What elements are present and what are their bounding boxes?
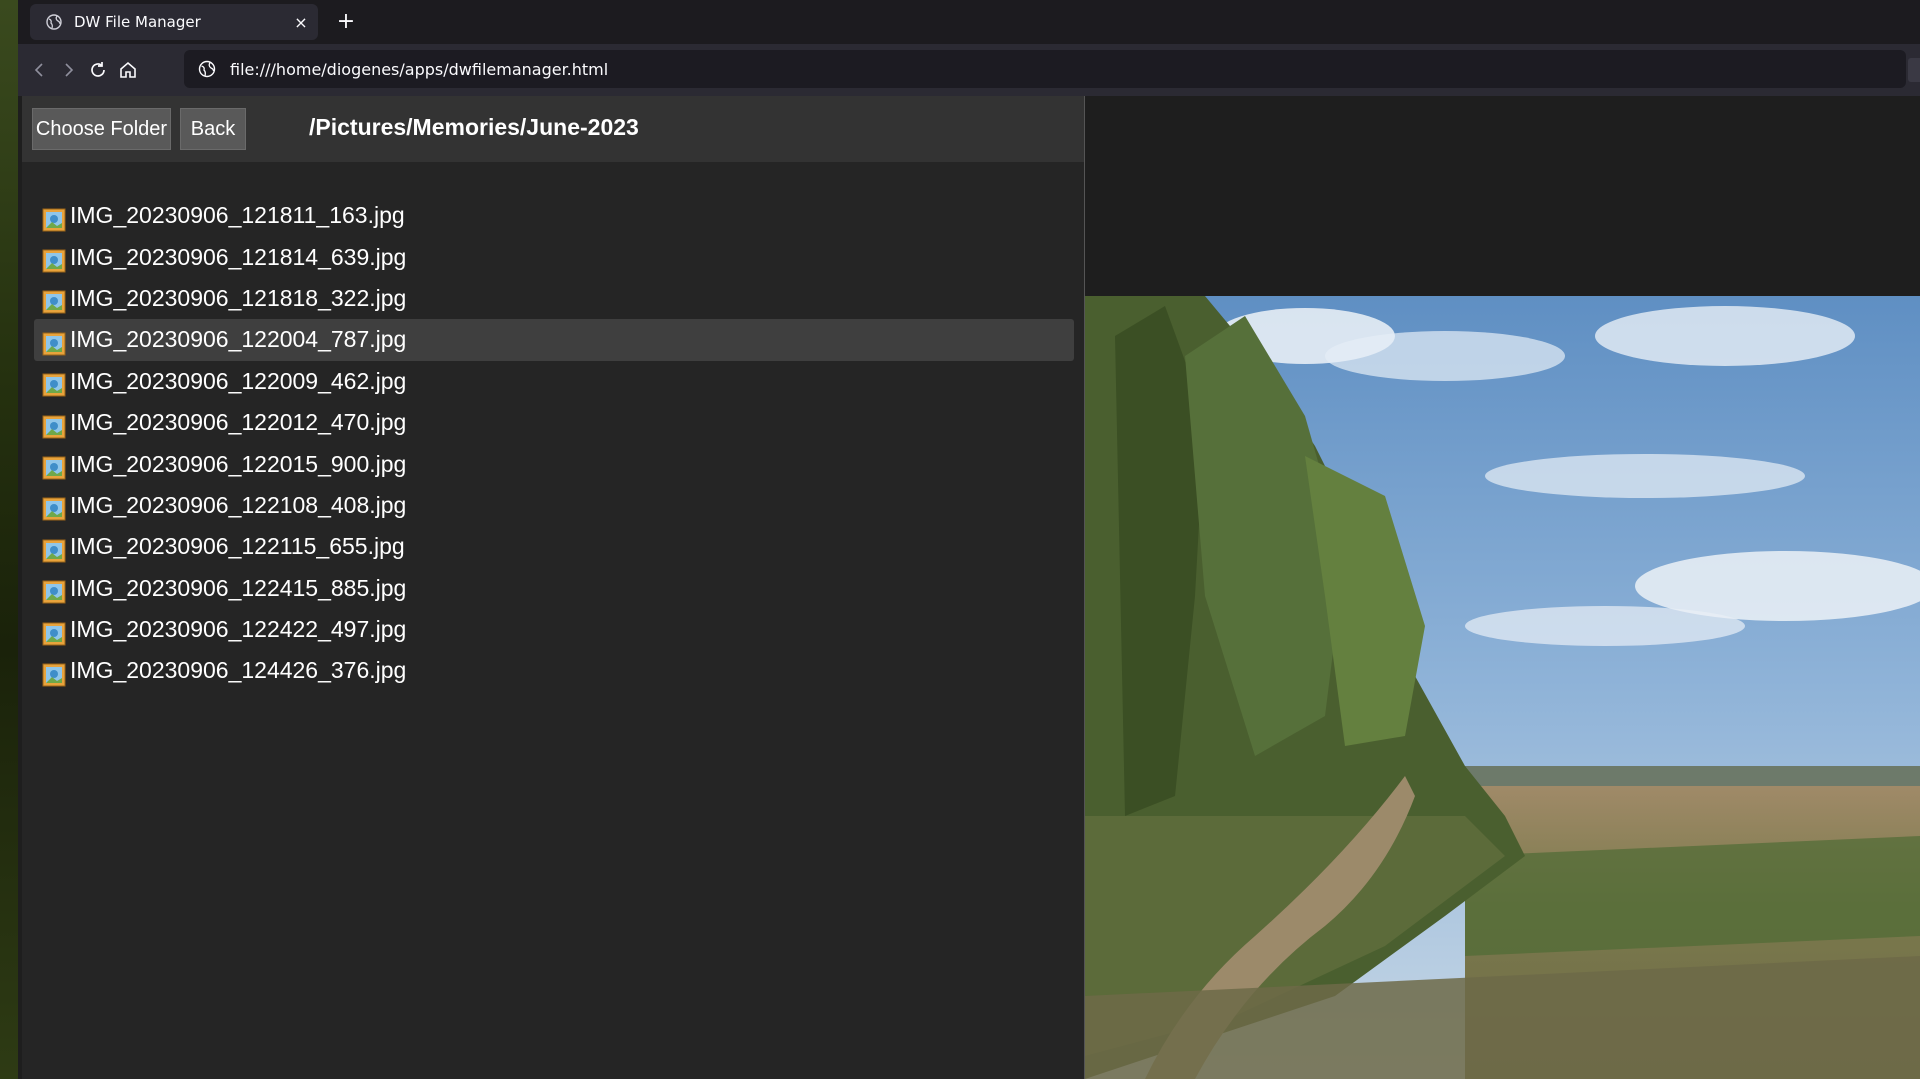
file-toolbar: Choose Folder Back /Pictures/Memories/Ju… xyxy=(22,96,1084,162)
file-name: IMG_20230906_121818_322.jpg xyxy=(70,284,407,311)
tab-dw-file-manager[interactable]: DW File Manager × xyxy=(30,4,318,40)
file-list-item[interactable]: IMG_20230906_122115_655.jpg xyxy=(34,526,1074,567)
file-name: IMG_20230906_122422_497.jpg xyxy=(70,616,407,643)
image-file-icon xyxy=(42,371,68,399)
file-name: IMG_20230906_122108_408.jpg xyxy=(70,491,407,518)
image-file-icon xyxy=(42,247,68,275)
image-file-icon xyxy=(42,206,68,234)
file-name: IMG_20230906_124426_376.jpg xyxy=(70,657,407,684)
image-file-icon xyxy=(42,578,68,606)
file-list-item[interactable]: IMG_20230906_122015_900.jpg xyxy=(34,443,1074,484)
image-file-icon xyxy=(42,454,68,482)
choose-folder-button[interactable]: Choose Folder xyxy=(32,108,171,150)
file-browser-pane: Choose Folder Back /Pictures/Memories/Ju… xyxy=(22,96,1085,1079)
file-name: IMG_20230906_121811_163.jpg xyxy=(70,202,405,229)
forward-arrow-icon[interactable] xyxy=(54,56,82,84)
reload-icon[interactable] xyxy=(84,56,112,84)
globe-icon xyxy=(46,14,62,30)
url-bar[interactable]: file:///home/diogenes/apps/dwfilemanager… xyxy=(184,50,1906,88)
new-tab-icon[interactable]: + xyxy=(332,8,360,36)
page-content: Choose Folder Back /Pictures/Memories/Ju… xyxy=(18,96,1920,1079)
image-file-icon xyxy=(42,288,68,316)
current-path: /Pictures/Memories/June-2023 xyxy=(309,114,639,140)
file-list-item[interactable]: IMG_20230906_122012_470.jpg xyxy=(34,402,1074,443)
file-name: IMG_20230906_122009_462.jpg xyxy=(70,367,407,394)
image-file-icon xyxy=(42,330,68,358)
preview-image xyxy=(1085,296,1920,1079)
back-button[interactable]: Back xyxy=(180,108,246,150)
home-icon[interactable] xyxy=(114,56,142,84)
file-list-item[interactable]: IMG_20230906_121814_639.jpg xyxy=(34,236,1074,277)
file-name: IMG_20230906_122015_900.jpg xyxy=(70,450,407,477)
file-list-item[interactable]: IMG_20230906_122422_497.jpg xyxy=(34,609,1074,650)
back-arrow-icon[interactable] xyxy=(26,56,54,84)
file-name: IMG_20230906_122415_885.jpg xyxy=(70,574,407,601)
tab-title: DW File Manager xyxy=(74,13,201,31)
image-file-icon xyxy=(42,661,68,689)
file-list-item[interactable]: IMG_20230906_122108_408.jpg xyxy=(34,485,1074,526)
site-info-icon[interactable] xyxy=(198,60,216,78)
browser-window: DW File Manager × + file:///home/diogene… xyxy=(18,0,1920,1079)
file-name: IMG_20230906_122115_655.jpg xyxy=(70,533,405,560)
image-file-icon xyxy=(42,495,68,523)
file-name: IMG_20230906_121814_639.jpg xyxy=(70,243,407,270)
url-text: file:///home/diogenes/apps/dwfilemanager… xyxy=(230,59,609,79)
file-name: IMG_20230906_122012_470.jpg xyxy=(70,409,407,436)
image-file-icon xyxy=(42,537,68,565)
file-list-item[interactable]: IMG_20230906_122009_462.jpg xyxy=(34,361,1074,402)
file-list-item[interactable]: IMG_20230906_122415_885.jpg xyxy=(34,568,1074,609)
file-name: IMG_20230906_122004_787.jpg xyxy=(70,326,407,353)
file-list-item[interactable]: IMG_20230906_122004_787.jpg xyxy=(34,319,1074,361)
desktop-background-edge xyxy=(0,0,18,1079)
file-list-item[interactable]: IMG_20230906_121818_322.jpg xyxy=(34,278,1074,319)
file-list: IMG_20230906_121811_163.jpg IMG_20230906_… xyxy=(34,195,1074,692)
image-file-icon xyxy=(42,413,68,441)
tab-bar: DW File Manager × + xyxy=(18,0,1920,44)
navigation-bar: file:///home/diogenes/apps/dwfilemanager… xyxy=(18,44,1920,96)
file-list-item[interactable]: IMG_20230906_124426_376.jpg xyxy=(34,650,1074,691)
file-list-item[interactable]: IMG_20230906_121811_163.jpg xyxy=(34,195,1074,236)
image-preview-pane xyxy=(1085,96,1920,1079)
tab-close-icon[interactable]: × xyxy=(288,13,314,32)
toolbar-overflow-button[interactable] xyxy=(1908,58,1920,82)
image-file-icon xyxy=(42,620,68,648)
